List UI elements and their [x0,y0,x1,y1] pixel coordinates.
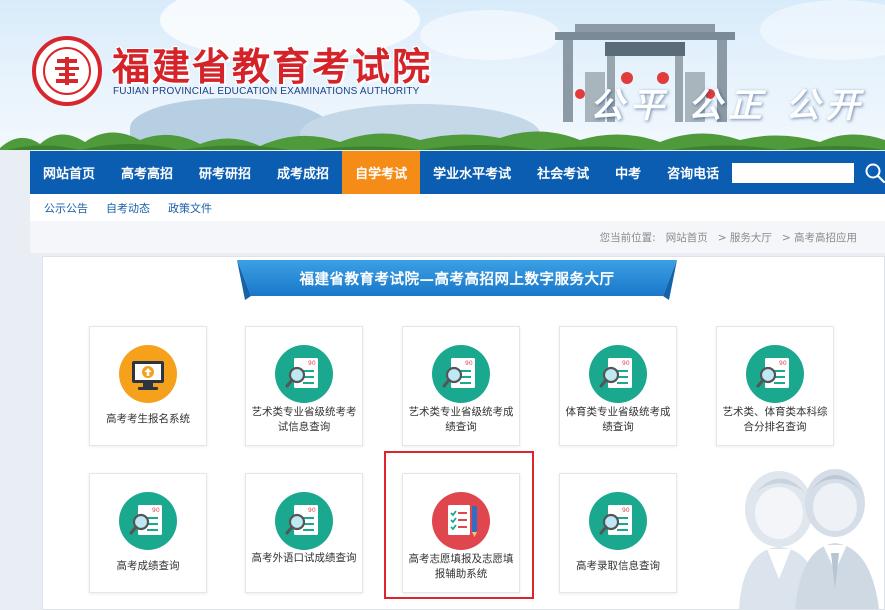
search-document-icon: 90 [119,492,177,550]
nav-item-adult-exam[interactable]: 成考成招 [264,151,342,194]
search-icon[interactable] [864,162,885,184]
card-art-exam-info[interactable]: 90 艺术类专业省级统考考试信息查询 [245,326,363,446]
cloud-decoration [760,0,885,60]
card-label: 高考成绩查询 [116,560,180,572]
trees-decoration [0,131,885,150]
search-input[interactable] [732,162,855,183]
nav-item-postgraduate[interactable]: 研考研招 [186,151,264,194]
card-label: 高考外语口试成绩查询 [251,552,357,564]
card-label: 艺术类、体育类本科综合分排名查询 [722,406,828,433]
nav-item-hotline[interactable]: 咨询电话 [654,151,732,194]
search-document-icon: 90 [589,345,647,403]
site-subtitle: FUJIAN PROVINCIAL EDUCATION EXAMINATIONS… [113,86,420,97]
card-art-sports-ranking[interactable]: 90 艺术类、体育类本科综合分排名查询 [716,326,834,446]
card-label: 高考考生报名系统 [106,413,190,425]
svg-text:90: 90 [465,360,473,367]
site-title: 福建省教育考试院 [112,44,433,89]
card-art-exam-score[interactable]: 90 艺术类专业省级统考成绩查询 [402,326,520,446]
cloud-decoration [420,10,560,60]
card-gaokao-registration[interactable]: 高考考生报名系统 [89,326,207,446]
card-gaokao-score[interactable]: 90 高考成绩查询 [89,473,207,593]
card-label: 高考录取信息查询 [576,560,660,572]
subnav-item-news[interactable]: 自考动态 [106,200,150,216]
card-label: 艺术类专业省级统考考试信息查询 [251,406,357,433]
logo-seal-icon [32,36,102,106]
card-label: 体育类专业省级统考成绩查询 [565,406,671,433]
nav-item-home[interactable]: 网站首页 [30,151,108,194]
svg-text:90: 90 [308,507,316,514]
search-document-icon: 90 [275,492,333,550]
svg-text:90: 90 [779,360,787,367]
breadcrumb-item-current[interactable]: > 高考高招应用 [782,230,857,245]
breadcrumb: 您当前位置: 网站首页 > 服务大厅 > 高考高招应用 [30,221,885,253]
panel-title: 福建省教育考试院—高考高招网上数字服务大厅 [299,271,615,288]
search-document-icon: 90 [589,492,647,550]
nav-item-gaokao[interactable]: 高考高招 [108,151,186,194]
header-banner: 福建省教育考试院 FUJIAN PROVINCIAL EDUCATION EXA… [0,0,885,150]
nav-search [732,162,885,184]
highlight-box [384,451,534,599]
breadcrumb-item-service-hall[interactable]: > 服务大厅 [718,230,772,245]
nav-item-zhongkao[interactable]: 中考 [602,151,654,194]
breadcrumb-item-home[interactable]: 网站首页 [666,230,708,245]
card-label: 艺术类专业省级统考成绩查询 [408,406,514,433]
nav-item-self-study[interactable]: 自学考试 [342,151,421,194]
card-admission-info[interactable]: 90 高考录取信息查询 [559,473,677,593]
sub-nav: 公示公告 自考动态 政策文件 [30,194,885,221]
svg-text:90: 90 [622,360,630,367]
card-sports-exam-score[interactable]: 90 体育类专业省级统考成绩查询 [559,326,677,446]
monitor-upload-icon [119,345,177,403]
nav-item-social-exam[interactable]: 社会考试 [524,151,602,194]
svg-text:90: 90 [152,507,160,514]
subnav-item-policy[interactable]: 政策文件 [168,200,212,216]
service-hall-panel: 福建省教育考试院—高考高招网上数字服务大厅 高考考生报名系统 90 艺术类专业省… [42,256,885,610]
customer-service-mascot [739,469,879,609]
search-document-icon: 90 [746,345,804,403]
svg-text:90: 90 [622,507,630,514]
card-oral-exam-score[interactable]: 90 高考外语口试成绩查询 [245,473,363,593]
breadcrumb-prefix: 您当前位置: [599,231,656,244]
search-document-icon: 90 [432,345,490,403]
svg-text:90: 90 [308,360,316,367]
main-nav: 网站首页 高考高招 研考研招 成考成招 自学考试 学业水平考试 社会考试 中考 … [30,151,885,194]
subnav-item-announcements[interactable]: 公示公告 [44,200,88,216]
search-document-icon: 90 [275,345,333,403]
nav-item-academic-level[interactable]: 学业水平考试 [420,151,524,194]
